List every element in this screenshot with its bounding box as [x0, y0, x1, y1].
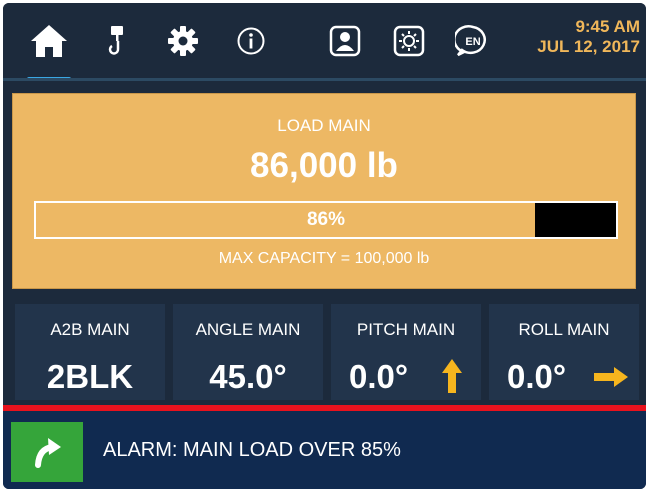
- topbar-divider: [3, 78, 646, 81]
- clock: 9:45 AM JUL 12, 2017: [537, 17, 640, 57]
- tile-value: 2BLK: [46, 358, 134, 395]
- brightness-icon: [393, 25, 425, 56]
- tile-angle-main: ANGLE MAIN 45.0°: [173, 304, 323, 400]
- tile-a2b-main: A2B MAIN 2BLK: [15, 304, 165, 400]
- tab-language[interactable]: EN: [451, 3, 495, 78]
- tile-roll-main: ROLL MAIN 0.0°: [489, 304, 639, 400]
- tab-home[interactable]: [23, 3, 75, 78]
- gear-icon: [168, 25, 198, 56]
- tile-value: 0.0°: [507, 358, 567, 395]
- info-icon: [237, 27, 265, 54]
- tab-settings[interactable]: [163, 3, 203, 78]
- load-value: 86,000 lb: [250, 146, 398, 185]
- clock-date: JUL 12, 2017: [537, 37, 640, 56]
- tab-info[interactable]: [231, 3, 271, 78]
- screen-frame: EN 9:45 AM JUL 12, 2017 LOAD MAIN 86,000…: [3, 3, 646, 489]
- turn-left-arrow-icon: [35, 438, 61, 468]
- alarm-bar: ALARM: MAIN LOAD OVER 85%: [3, 411, 646, 489]
- load-title: LOAD MAIN: [277, 116, 371, 135]
- arrow-right-icon: [594, 367, 628, 387]
- max-capacity: MAX CAPACITY = 100,000 lb: [218, 250, 430, 267]
- alarm-icon-button[interactable]: [11, 422, 83, 482]
- home-icon: [31, 24, 67, 57]
- tile-label: ROLL MAIN: [518, 320, 610, 339]
- language-icon: EN: [455, 24, 486, 56]
- crane-hook-icon: [108, 25, 123, 55]
- user-profile-icon: [329, 25, 361, 56]
- metric-tiles: A2B MAIN 2BLK ANGLE MAIN 45.0° PITCH MAI…: [3, 297, 646, 407]
- load-section: LOAD MAIN 86,000 lb 86% MAX CAPACITY = 1…: [3, 83, 646, 297]
- top-nav-bar: EN 9:45 AM JUL 12, 2017: [3, 3, 646, 81]
- tile-value: 45.0°: [209, 358, 287, 395]
- tile-pitch-main: PITCH MAIN 0.0°: [331, 304, 481, 400]
- arrow-up-icon: [442, 359, 462, 393]
- load-percent: 86%: [306, 209, 346, 230]
- tile-label: A2B MAIN: [50, 320, 130, 339]
- tile-value: 0.0°: [349, 358, 409, 395]
- alarm-message: ALARM: MAIN LOAD OVER 85%: [103, 439, 401, 461]
- load-main-panel: LOAD MAIN 86,000 lb 86% MAX CAPACITY = 1…: [12, 93, 636, 289]
- tile-label: ANGLE MAIN: [195, 320, 301, 339]
- clock-time: 9:45 AM: [575, 17, 640, 36]
- tab-brightness[interactable]: [387, 3, 431, 78]
- load-progress-bar: 86%: [34, 201, 618, 239]
- tab-user[interactable]: [323, 3, 367, 78]
- tab-hook[interactable]: [99, 3, 135, 78]
- language-code: EN: [465, 36, 480, 48]
- tile-label: PITCH MAIN: [356, 320, 456, 339]
